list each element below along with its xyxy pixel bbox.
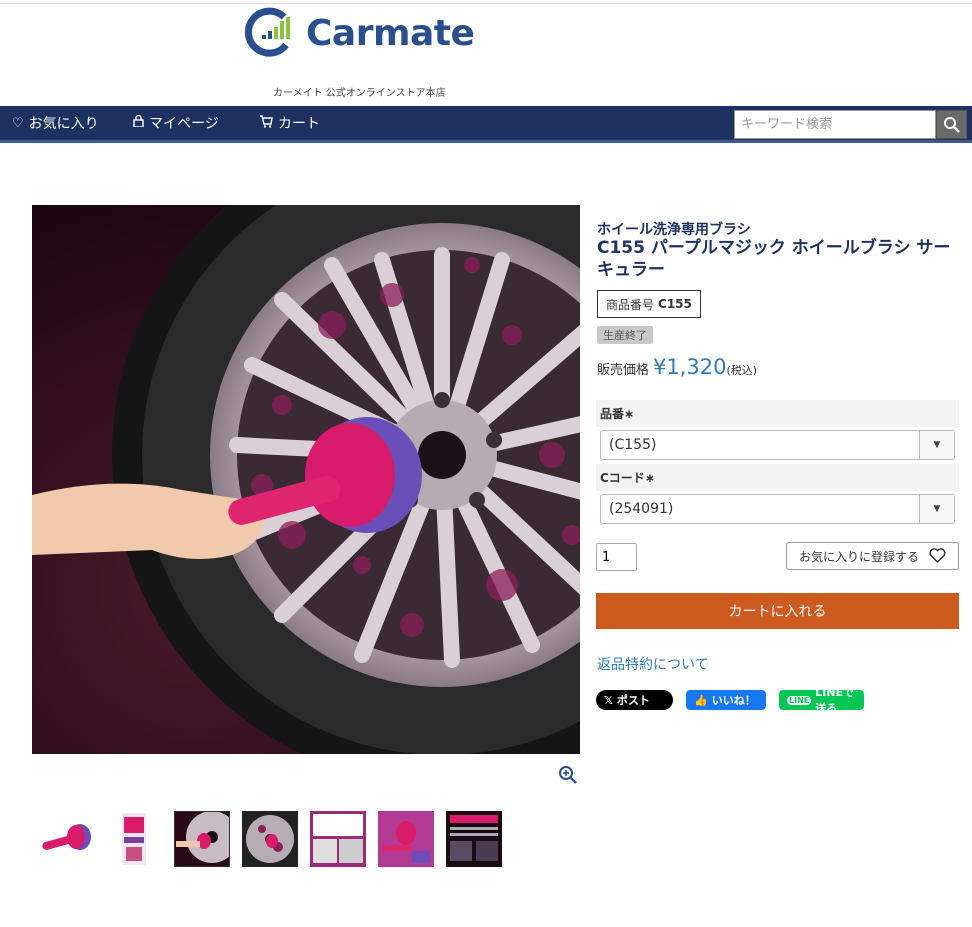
facebook-like-label: いいね！ bbox=[711, 694, 756, 707]
facebook-like-button[interactable]: 👍 いいね！ bbox=[686, 690, 766, 710]
add-to-cart-button[interactable]: カートに入れる bbox=[596, 593, 959, 629]
part-number-select[interactable]: (C155) ▼ bbox=[600, 430, 955, 460]
main-navbar: ♡ お気に入り マイページ カート bbox=[0, 106, 972, 143]
carmate-logo-mark bbox=[244, 7, 290, 57]
part-number-value: (C155) bbox=[609, 437, 657, 453]
cart-icon bbox=[259, 114, 273, 132]
thumbs-up-icon: 👍 bbox=[694, 693, 708, 707]
lock-icon bbox=[133, 114, 144, 131]
store-tagline: カーメイト 公式オンラインストア本店 bbox=[273, 88, 446, 99]
x-logo-icon: 𝕏 bbox=[604, 693, 613, 707]
add-to-favorites-label: お気に入りに登録する bbox=[799, 549, 920, 564]
zoom-in-icon[interactable] bbox=[558, 765, 578, 785]
nav-mypage-label: マイページ bbox=[149, 116, 219, 132]
heart-icon bbox=[929, 548, 946, 567]
price-value: ¥1,320 bbox=[653, 355, 727, 379]
thumbnail-info-1[interactable] bbox=[310, 811, 366, 867]
thumbnail-wheel-1[interactable] bbox=[174, 811, 230, 867]
nav-cart[interactable]: カート bbox=[259, 106, 320, 140]
tax-note: (税込) bbox=[726, 364, 758, 377]
price-label: 販売価格 bbox=[597, 363, 650, 378]
sku-value: C155 bbox=[658, 297, 692, 311]
product-category: ホイール洗浄専用ブラシ bbox=[597, 222, 751, 238]
status-badge: 生産終了 bbox=[597, 326, 653, 344]
product-title: C155 パープルマジック ホイールブラシ サーキュラー bbox=[597, 238, 951, 280]
search-icon bbox=[943, 116, 960, 133]
chevron-down-icon: ▼ bbox=[919, 431, 954, 459]
quantity-input[interactable] bbox=[596, 543, 637, 571]
price-row: 販売価格 ¥1,320 (税込) bbox=[597, 355, 757, 379]
brand-name: Carmate bbox=[306, 12, 475, 54]
thumbnail-info-3[interactable] bbox=[446, 811, 502, 867]
option-label-part-number: 品番∗ bbox=[596, 400, 959, 427]
x-share-label: ポスト bbox=[616, 694, 650, 707]
line-logo-icon: LINE bbox=[787, 695, 812, 705]
top-divider bbox=[0, 3, 972, 4]
c-code-select[interactable]: (254091) ▼ bbox=[600, 494, 955, 524]
thumbnail-info-2[interactable] bbox=[378, 811, 434, 867]
nav-cart-label: カート bbox=[278, 116, 320, 132]
line-share-button[interactable]: LINE LINEで送る bbox=[779, 686, 864, 715]
sku-label: 商品番号 bbox=[606, 297, 655, 312]
search-button[interactable] bbox=[936, 110, 967, 139]
chevron-down-icon: ▼ bbox=[919, 495, 954, 523]
x-share-button[interactable]: 𝕏 ポスト bbox=[596, 690, 673, 710]
line-share-label: LINEで送る bbox=[815, 686, 855, 715]
c-code-value: (254091) bbox=[609, 501, 674, 517]
thumbnail-wheel-2[interactable] bbox=[242, 811, 298, 867]
add-to-favorites-button[interactable]: お気に入りに登録する bbox=[786, 542, 959, 570]
heart-icon: ♡ bbox=[12, 115, 24, 131]
carmate-logo[interactable]: Carmate bbox=[244, 6, 484, 60]
option-label-c-code: Cコード∗ bbox=[596, 464, 959, 491]
nav-favorites-label: お気に入り bbox=[28, 116, 99, 132]
search-input[interactable] bbox=[734, 110, 936, 139]
returns-policy-link[interactable]: 返品特約について bbox=[597, 654, 709, 674]
nav-favorites[interactable]: ♡ お気に入り bbox=[12, 106, 99, 140]
product-main-image[interactable] bbox=[32, 205, 580, 754]
nav-mypage[interactable]: マイページ bbox=[133, 106, 219, 140]
wheel-brush-photo bbox=[32, 205, 580, 754]
thumbnail-package[interactable] bbox=[106, 811, 162, 867]
thumbnail-brush[interactable] bbox=[38, 811, 94, 867]
sku-box: 商品番号 C155 bbox=[597, 290, 701, 318]
